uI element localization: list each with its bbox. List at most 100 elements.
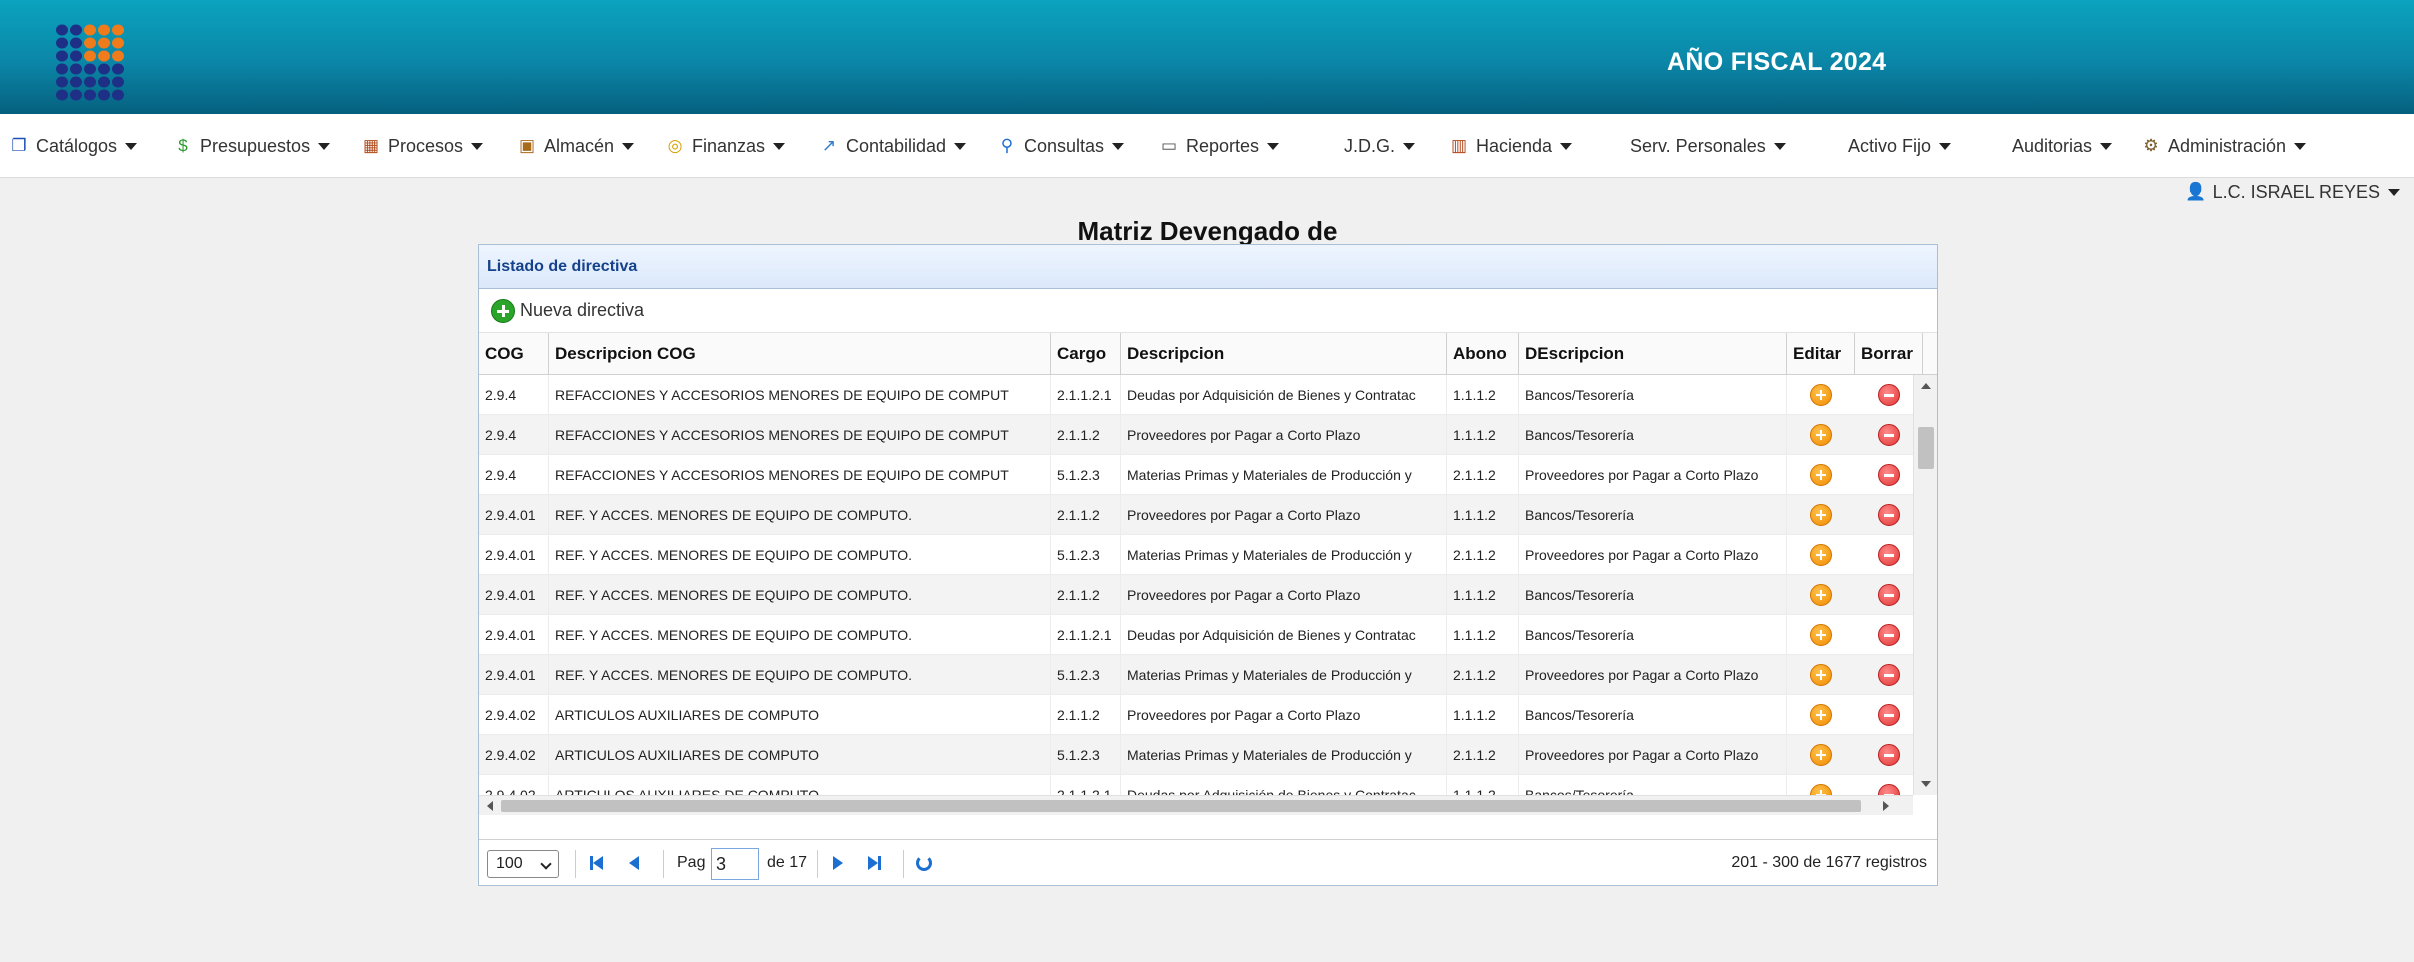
table-cell: 2.9.4.02 — [479, 775, 549, 795]
vertical-scrollbar[interactable] — [1913, 375, 1937, 795]
edit-icon[interactable] — [1810, 504, 1832, 526]
scroll-down-icon[interactable] — [1921, 781, 1931, 787]
menu-j-d-g[interactable]: J.D.G. — [1344, 114, 1416, 178]
delete-icon[interactable] — [1878, 664, 1900, 686]
delete-icon[interactable] — [1878, 504, 1900, 526]
last-page-button[interactable] — [863, 852, 885, 874]
column-header[interactable]: Abono — [1447, 333, 1519, 375]
delete-icon[interactable] — [1878, 384, 1900, 406]
scroll-left-icon[interactable] — [487, 801, 493, 811]
table-cell: 2.9.4.02 — [479, 735, 549, 775]
menu-presupuestos[interactable]: $ Presupuestos — [172, 114, 331, 178]
menu-hacienda[interactable]: ▥ Hacienda — [1448, 114, 1573, 178]
table-cell: ARTICULOS AUXILIARES DE COMPUTO — [549, 695, 1051, 735]
column-header[interactable]: Cargo — [1051, 333, 1121, 375]
new-directiva-button[interactable]: Nueva directiva — [491, 298, 644, 323]
hscroll-thumb[interactable] — [501, 800, 1861, 812]
menu-activo-fijo[interactable]: Activo Fijo — [1848, 114, 1952, 178]
column-header[interactable]: Editar — [1787, 333, 1855, 375]
records-count: 201 - 300 de 1677 registros — [1731, 854, 1927, 871]
logo-dot — [84, 89, 96, 101]
money-icon: $ — [178, 136, 188, 155]
menu-finanzas[interactable]: ◎ Finanzas — [664, 114, 786, 178]
column-header[interactable]: Borrar — [1855, 333, 1923, 375]
table-cell: 2.1.1.2 — [1447, 655, 1519, 695]
chevron-down-icon — [2100, 142, 2113, 150]
refresh-button[interactable] — [913, 852, 935, 874]
logo-dot — [84, 63, 96, 75]
delete-icon[interactable] — [1878, 704, 1900, 726]
column-header[interactable]: Descripcion COG — [549, 333, 1051, 375]
table-row[interactable]: 2.9.4.01 REF. Y ACCES. MENORES DE EQUIPO … — [479, 655, 1913, 695]
table-row[interactable]: 2.9.4.01 REF. Y ACCES. MENORES DE EQUIPO … — [479, 495, 1913, 535]
next-page-button[interactable] — [827, 852, 849, 874]
edit-icon[interactable] — [1810, 624, 1832, 646]
chevron-down-icon — [318, 142, 331, 150]
chevron-down-icon — [540, 858, 552, 870]
column-header[interactable]: COG — [479, 333, 549, 375]
prev-page-button[interactable] — [623, 852, 645, 874]
edit-icon[interactable] — [1810, 384, 1832, 406]
scroll-thumb[interactable] — [1918, 427, 1934, 469]
edit-icon[interactable] — [1810, 744, 1832, 766]
page-size-select[interactable]: 100 — [487, 850, 559, 878]
table-cell: Proveedores por Pagar a Corto Plazo — [1121, 575, 1447, 615]
menu-contabilidad[interactable]: ↗ Contabilidad — [818, 114, 967, 178]
scroll-up-icon[interactable] — [1921, 383, 1931, 389]
edit-icon[interactable] — [1810, 424, 1832, 446]
menu-administración[interactable]: ⚙ Administración — [2140, 114, 2307, 178]
menu-consultas[interactable]: ⚲ Consultas — [996, 114, 1125, 178]
table-row[interactable]: 2.9.4.01 REF. Y ACCES. MENORES DE EQUIPO … — [479, 615, 1913, 655]
table-row[interactable]: 2.9.4.02 ARTICULOS AUXILIARES DE COMPUTO 5… — [479, 735, 1913, 775]
table-cell: REFACCIONES Y ACCESORIOS MENORES DE EQUI… — [549, 415, 1051, 455]
column-header[interactable]: DEscripcion — [1519, 333, 1787, 375]
delete-icon[interactable] — [1878, 584, 1900, 606]
delete-icon[interactable] — [1878, 544, 1900, 566]
menu-procesos[interactable]: ▦ Procesos — [360, 114, 484, 178]
grid-header: COG Descripcion COG Cargo Descripcion Abono D… — [479, 333, 1937, 375]
table-row[interactable]: 2.9.4 REFACCIONES Y ACCESORIOS MENORES DE… — [479, 455, 1913, 495]
table-cell: REFACCIONES Y ACCESORIOS MENORES DE EQUI… — [549, 375, 1051, 415]
logo-dot — [70, 63, 82, 75]
table-row[interactable]: 2.9.4 REFACCIONES Y ACCESORIOS MENORES DE… — [479, 375, 1913, 415]
table-cell: REF. Y ACCES. MENORES DE EQUIPO DE COMPU… — [549, 495, 1051, 535]
logo-dot — [98, 76, 110, 88]
scroll-right-icon[interactable] — [1883, 801, 1889, 811]
table-cell: ARTICULOS AUXILIARES DE COMPUTO — [549, 735, 1051, 775]
table-row[interactable]: 2.9.4.01 REF. Y ACCES. MENORES DE EQUIPO … — [479, 575, 1913, 615]
horizontal-scrollbar[interactable] — [479, 795, 1913, 815]
delete-icon[interactable] — [1878, 744, 1900, 766]
table-cell: Bancos/Tesorería — [1519, 615, 1787, 655]
directiva-panel: Listado de directiva Nueva directiva COG… — [478, 244, 1938, 886]
edit-icon[interactable] — [1810, 464, 1832, 486]
user-icon: 👤 — [2185, 182, 2207, 201]
logo-dot — [84, 76, 96, 88]
delete-icon[interactable] — [1878, 424, 1900, 446]
table-row[interactable]: 2.9.4 REFACCIONES Y ACCESORIOS MENORES DE… — [479, 415, 1913, 455]
first-page-button[interactable] — [585, 852, 607, 874]
table-row[interactable]: 2.9.4.01 REF. Y ACCES. MENORES DE EQUIPO … — [479, 535, 1913, 575]
menu-serv-personales[interactable]: Serv. Personales — [1630, 114, 1786, 178]
edit-icon[interactable] — [1810, 784, 1832, 795]
user-menu[interactable]: 👤 L.C. ISRAEL REYES — [2185, 180, 2400, 204]
menu-almacén[interactable]: ▣ Almacén — [516, 114, 635, 178]
page-label: Pag — [677, 854, 706, 871]
edit-icon[interactable] — [1810, 704, 1832, 726]
table-row[interactable]: 2.9.4.02 ARTICULOS AUXILIARES DE COMPUTO 2… — [479, 775, 1913, 795]
delete-icon[interactable] — [1878, 464, 1900, 486]
page-number-input[interactable]: 3 — [711, 848, 759, 880]
menu-reportes[interactable]: ▭ Reportes — [1158, 114, 1280, 178]
prev-page-icon — [629, 856, 639, 870]
table-row[interactable]: 2.9.4.02 ARTICULOS AUXILIARES DE COMPUTO 2… — [479, 695, 1913, 735]
pager-separator — [903, 850, 904, 878]
menu-auditorias[interactable]: Auditorias — [2012, 114, 2113, 178]
column-header[interactable]: Descripcion — [1121, 333, 1447, 375]
edit-icon[interactable] — [1810, 544, 1832, 566]
delete-icon[interactable] — [1878, 784, 1900, 795]
chevron-down-icon — [125, 142, 138, 150]
edit-icon[interactable] — [1810, 584, 1832, 606]
edit-icon[interactable] — [1810, 664, 1832, 686]
logo-dot — [112, 63, 124, 75]
menu-catálogos[interactable]: ❐ Catálogos — [8, 114, 138, 178]
delete-icon[interactable] — [1878, 624, 1900, 646]
